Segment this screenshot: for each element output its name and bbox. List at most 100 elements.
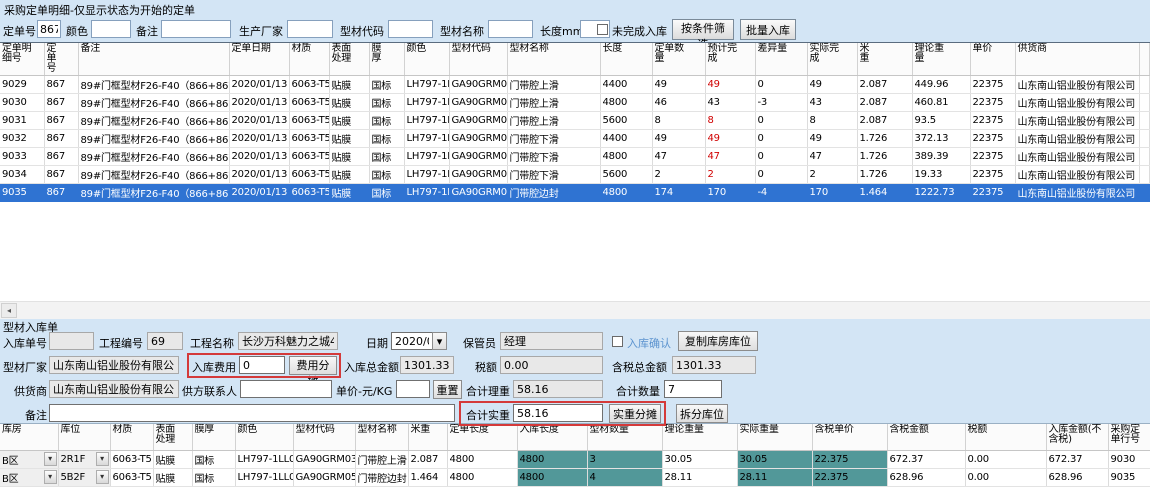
grid-cell[interactable]: 5600 [600,166,652,184]
actual-weight-share-button[interactable]: 实重分摊 [609,404,661,423]
calendar-dropdown-icon[interactable]: ▾ [432,332,447,350]
grid-cell[interactable]: LH797-1LL0 [404,148,449,166]
grid-cell[interactable]: 0 [755,76,807,94]
grid-cell[interactable]: 49 [652,130,705,148]
grid-cell[interactable]: 6063-T5 [289,76,329,94]
dropdown-arrow-icon[interactable]: ▾ [44,452,57,466]
grid-cell[interactable]: 0.00 [965,468,1046,486]
profile-code-filter-input[interactable] [388,20,433,38]
grid-cell[interactable]: 4400 [600,76,652,94]
grid-cell[interactable]: 1.726 [857,148,912,166]
grid-cell[interactable]: 山东南山铝业股份有限公司 [1015,130,1139,148]
grid-cell[interactable]: 4800 [517,450,587,468]
grid-cell[interactable]: 2020/01/13 [229,148,289,166]
grid-cell[interactable]: 贴膜 [153,468,192,486]
grid-cell[interactable]: 372.13 [912,130,970,148]
grid-cell[interactable]: 22375 [970,130,1015,148]
grid-cell[interactable]: 460.81 [912,94,970,112]
grid-cell[interactable]: 9034 [0,166,44,184]
grid-cell[interactable]: 4800 [447,450,517,468]
dropdown-arrow-icon[interactable]: ▾ [96,452,109,466]
tax-input[interactable] [500,356,603,374]
column-header[interactable]: 库位 [58,424,110,450]
column-header[interactable] [1139,43,1150,76]
grid-cell[interactable]: 2020/01/13 [229,112,289,130]
grid-cell[interactable]: 门带腔下滑 [507,130,600,148]
total-with-tax-input[interactable] [672,356,756,374]
grid-cell[interactable] [1139,94,1150,112]
column-header[interactable]: 米 重 [857,43,912,76]
grid-cell[interactable]: GA90GRM03 [449,76,507,94]
grid-cell[interactable]: 22375 [970,166,1015,184]
grid-cell[interactable]: 672.37 [887,450,965,468]
grid-cell[interactable]: 6063-T5 [289,130,329,148]
grid-cell[interactable]: 5B2F▾ [58,468,110,486]
factory-input[interactable] [49,356,179,374]
grid-cell[interactable]: 628.96 [1046,468,1108,486]
grid-cell[interactable]: 672.37 [1046,450,1108,468]
grid-cell[interactable]: 2 [652,166,705,184]
grid-cell[interactable]: 国标 [369,76,404,94]
grid-cell[interactable]: 170 [807,184,857,202]
grid-cell[interactable]: 2020/01/13 [229,76,289,94]
column-header[interactable]: 供货商 [1015,43,1139,76]
grid-cell[interactable]: 6063-T5 [110,450,153,468]
grid-cell[interactable]: 0 [755,166,807,184]
grid-cell[interactable]: 国标 [369,112,404,130]
grid-cell[interactable]: 2020/01/13 [229,94,289,112]
grid-cell[interactable]: GA90GRM03 [449,112,507,130]
grid-cell[interactable]: 1.464 [857,184,912,202]
reset-button[interactable]: 重置 [433,380,462,399]
grid-cell[interactable]: 2.087 [857,94,912,112]
grid-row[interactable]: B区▾5B2F▾6063-T5贴膜国标LH797-1LL0GA90GRM05门带… [0,468,1150,486]
grid-cell[interactable]: -3 [755,94,807,112]
column-header[interactable]: 定 单 号 [44,43,78,76]
grid-cell[interactable]: 山东南山铝业股份有限公司 [1015,148,1139,166]
total-amount-input[interactable] [400,356,454,374]
grid-cell[interactable]: 4800 [600,148,652,166]
column-header[interactable]: 颜色 [404,43,449,76]
supplier-input[interactable] [49,380,179,398]
color-filter-input[interactable] [91,20,131,38]
column-header[interactable]: 表面 处理 [153,424,192,450]
column-header[interactable]: 含税单价 [812,424,887,450]
grid-cell[interactable]: B区▾ [0,450,58,468]
column-header[interactable]: 材质 [110,424,153,450]
grid-cell[interactable]: 门带腔边封 [507,184,600,202]
grid-cell[interactable]: 9030 [0,94,44,112]
dropdown-arrow-icon[interactable]: ▾ [44,470,57,484]
grid-cell[interactable]: GA90GRM04 [449,148,507,166]
scroll-left-icon[interactable]: ◂ [1,303,17,318]
grid-cell[interactable]: 89#门框型材F26-F40（866+867） [78,184,229,202]
remark-filter-input[interactable] [161,20,231,38]
grid-cell[interactable]: 4800 [447,468,517,486]
grid-cell[interactable]: 门带腔上滑 [507,112,600,130]
grid-cell[interactable]: 2R1F▾ [58,450,110,468]
total-actual-weight-input[interactable] [513,404,603,422]
grid-cell[interactable]: 山东南山铝业股份有限公司 [1015,76,1139,94]
grid-cell[interactable]: GA90GRM04 [449,166,507,184]
grid-row[interactable]: 903286789#门框型材F26-F40（866+867）2020/01/13… [0,130,1150,148]
inbound-confirm-checkbox[interactable] [612,336,623,347]
grid-cell[interactable]: 2020/01/13 [229,130,289,148]
grid-cell[interactable]: 2 [807,166,857,184]
grid-cell[interactable]: LH797-1LL0 [404,76,449,94]
grid-cell[interactable]: 2.087 [408,450,447,468]
grid-cell[interactable]: 89#门框型材F26-F40（866+867） [78,112,229,130]
column-header[interactable]: 预计完 成 [705,43,755,76]
grid-cell[interactable]: 门带腔下滑 [507,148,600,166]
grid-cell[interactable]: GA90GRM03 [293,450,355,468]
grid-cell[interactable]: 9032 [0,130,44,148]
column-header[interactable]: 型材名称 [355,424,408,450]
grid-cell[interactable]: 6063-T5 [289,166,329,184]
grid-cell[interactable]: 3 [587,450,662,468]
column-header[interactable]: 备注 [78,43,229,76]
grid-cell[interactable]: 89#门框型材F26-F40（866+867） [78,76,229,94]
grid-cell[interactable]: GA90GRM05 [293,468,355,486]
grid-cell[interactable]: 174 [652,184,705,202]
grid-cell[interactable]: 22.375 [812,468,887,486]
grid-cell[interactable]: 47 [807,148,857,166]
grid-cell[interactable]: 93.5 [912,112,970,130]
column-header[interactable]: 颜色 [235,424,293,450]
grid-cell[interactable] [1139,184,1150,202]
